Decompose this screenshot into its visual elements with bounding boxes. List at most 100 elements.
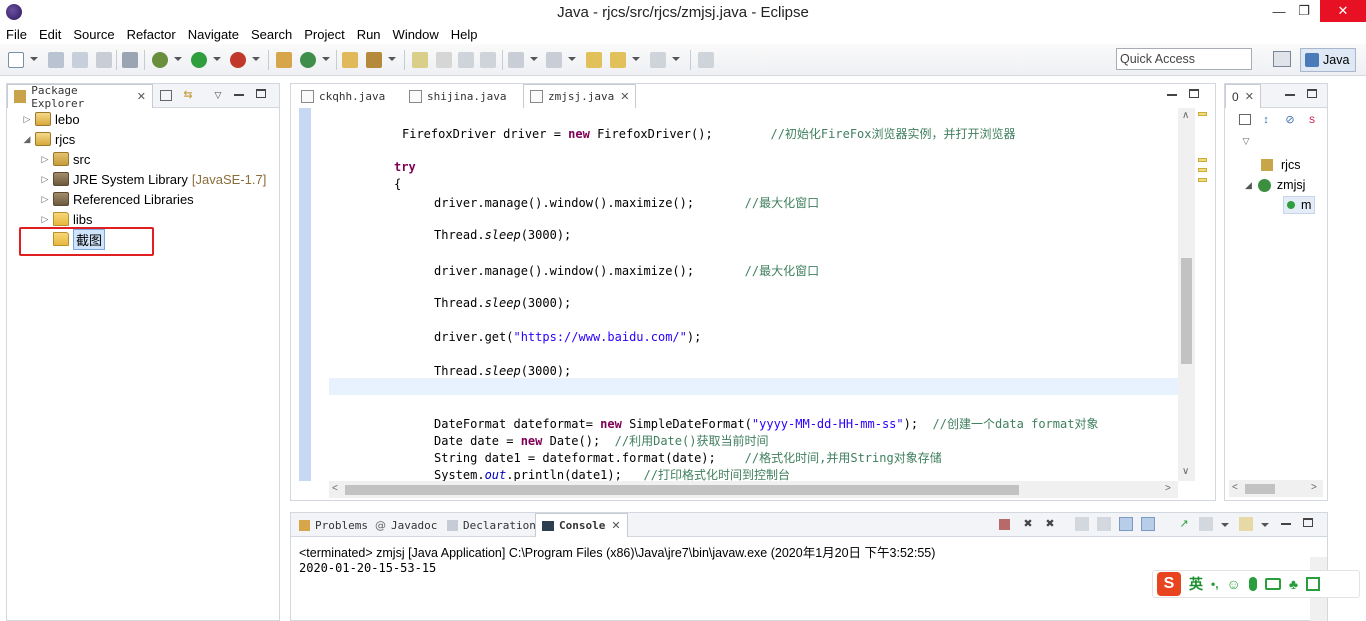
maximize-view-icon[interactable] (1307, 89, 1317, 98)
external-tools-icon[interactable] (230, 52, 246, 68)
tab-package-explorer[interactable]: Package Explorer ✕ (7, 84, 153, 110)
chevron-down-icon[interactable] (672, 57, 680, 61)
tab-console[interactable]: Console ✕ (535, 513, 628, 537)
chevron-right-icon[interactable]: ▷ (39, 194, 51, 205)
view-menu-icon[interactable]: ▽ (211, 88, 225, 102)
toggle-block-selection-icon[interactable] (436, 52, 452, 68)
search-icon[interactable] (366, 52, 382, 68)
sort-icon[interactable]: ↕ (1259, 113, 1273, 127)
remove-all-launches-icon[interactable]: ✖ (1043, 517, 1057, 531)
menu-run[interactable]: Run (357, 27, 381, 42)
ime-punctuation-toggle[interactable]: •, (1211, 577, 1219, 591)
scroll-down-icon[interactable]: ∨ (1182, 466, 1189, 477)
console-output[interactable]: 2020-01-20-15-53-15 (299, 561, 436, 575)
print-icon[interactable] (96, 52, 112, 68)
chevron-down-icon[interactable] (568, 57, 576, 61)
tab-declaration[interactable]: Declaration (441, 513, 542, 537)
chevron-down-icon[interactable] (174, 57, 182, 61)
run-icon[interactable] (191, 52, 207, 68)
show-whitespace-icon[interactable] (458, 52, 474, 68)
microphone-icon[interactable] (1248, 577, 1257, 591)
maximize-view-icon[interactable] (256, 89, 266, 98)
menu-project[interactable]: Project (304, 27, 344, 42)
restore-button[interactable]: ❐ (1284, 0, 1324, 22)
tree-item-libs[interactable]: ▷ libs (39, 209, 93, 229)
back-icon[interactable] (610, 52, 626, 68)
tab-ckqhh-java[interactable]: ckqhh.java (295, 84, 391, 108)
forward-icon[interactable] (650, 52, 666, 68)
chevron-right-icon[interactable]: ▷ (39, 174, 51, 185)
chevron-right-icon[interactable]: ▷ (21, 114, 33, 125)
sogou-logo-icon[interactable]: S (1157, 572, 1181, 596)
collapse-all-icon[interactable] (1239, 114, 1251, 125)
chevron-down-icon[interactable] (530, 57, 538, 61)
close-icon[interactable]: ✕ (611, 519, 620, 532)
editor-vertical-scrollbar[interactable]: ∧ ∨ (1178, 108, 1195, 481)
ime-mode-toggle[interactable]: 英 (1189, 574, 1203, 594)
chevron-down-icon[interactable] (322, 57, 330, 61)
vertical-scroll-thumb[interactable] (1181, 258, 1192, 364)
chevron-down-icon[interactable] (252, 57, 260, 61)
collapse-all-icon[interactable] (160, 90, 172, 101)
show-paragraph-icon[interactable] (480, 52, 496, 68)
pin-editor-icon[interactable] (698, 52, 714, 68)
outline-item-method[interactable]: m (1283, 196, 1316, 214)
open-console-icon[interactable] (1239, 517, 1253, 531)
last-edit-location-icon[interactable] (586, 52, 602, 68)
toolbox-icon[interactable] (1306, 577, 1321, 591)
scroll-left-icon[interactable]: < (1232, 482, 1238, 493)
minimize-view-icon[interactable] (1281, 523, 1291, 525)
menu-source[interactable]: Source (73, 27, 114, 42)
skin-icon[interactable]: ♣ (1289, 576, 1298, 592)
keyboard-icon[interactable] (1264, 578, 1281, 590)
terminate-icon[interactable] (999, 519, 1010, 530)
tree-item-jre-system-library[interactable]: ▷ JRE System Library [JavaSE-1.7] (39, 169, 267, 189)
menu-file[interactable]: File (6, 27, 27, 42)
minimize-view-icon[interactable] (1285, 94, 1295, 96)
minimize-view-icon[interactable] (234, 94, 244, 96)
overview-marker[interactable] (1198, 112, 1207, 116)
link-with-editor-icon[interactable]: ⇆ (181, 88, 195, 102)
chevron-right-icon[interactable]: ▷ (39, 214, 51, 225)
java-perspective-button[interactable]: Java (1300, 48, 1356, 72)
save-icon[interactable] (48, 52, 64, 68)
display-selected-console-icon[interactable] (1199, 517, 1213, 531)
scroll-up-icon[interactable]: ∧ (1182, 110, 1189, 121)
view-menu-icon[interactable]: ▽ (1239, 134, 1253, 148)
clear-console-icon[interactable] (1075, 517, 1089, 531)
new-java-project-icon[interactable] (276, 52, 292, 68)
overview-marker[interactable] (1198, 158, 1207, 162)
remove-launch-icon[interactable]: ✖ (1021, 517, 1035, 531)
tab-shijina-java[interactable]: shijina.java (403, 84, 512, 108)
debug-icon[interactable] (152, 52, 168, 68)
chevron-down-icon[interactable] (1261, 523, 1269, 527)
menu-navigate[interactable]: Navigate (188, 27, 239, 42)
maximize-view-icon[interactable] (1189, 89, 1199, 98)
overview-marker[interactable] (1198, 168, 1207, 172)
outline-item-rjcs[interactable]: rjcs (1261, 158, 1300, 172)
skip-breakpoints-icon[interactable] (122, 52, 138, 68)
menu-refactor[interactable]: Refactor (127, 27, 176, 42)
tree-item-referenced-libraries[interactable]: ▷ Referenced Libraries (39, 189, 194, 209)
menu-help[interactable]: Help (451, 27, 478, 42)
minimize-view-icon[interactable] (1167, 94, 1177, 96)
editor-horizontal-scrollbar[interactable]: < > (329, 481, 1178, 498)
chevron-down-icon[interactable] (213, 57, 221, 61)
tree-item-rjcs[interactable]: ◢ rjcs (21, 129, 76, 149)
scroll-right-icon[interactable]: > (1165, 483, 1171, 494)
tab-outline[interactable]: 0 ✕ (1225, 84, 1261, 108)
close-icon[interactable]: ✕ (1245, 90, 1254, 103)
toggle-mark-occurrences-icon[interactable] (412, 52, 428, 68)
open-perspective-icon[interactable] (1273, 51, 1291, 67)
chevron-down-icon[interactable]: ◢ (21, 134, 33, 145)
hide-fields-icon[interactable]: ⊘ (1283, 113, 1297, 127)
chevron-down-icon[interactable] (632, 57, 640, 61)
previous-annotation-icon[interactable] (546, 52, 562, 68)
overview-marker[interactable] (1198, 178, 1207, 182)
code-editor[interactable]: FirefoxDriver driver = new FirefoxDriver… (291, 108, 1215, 500)
show-console-on-output-icon[interactable] (1119, 517, 1133, 531)
emoji-icon[interactable]: ☺ (1227, 576, 1241, 592)
tree-item-src[interactable]: ▷ src (39, 149, 91, 169)
pin-console-icon[interactable]: ↗ (1177, 517, 1191, 531)
close-button[interactable]: ✕ (1320, 0, 1366, 22)
